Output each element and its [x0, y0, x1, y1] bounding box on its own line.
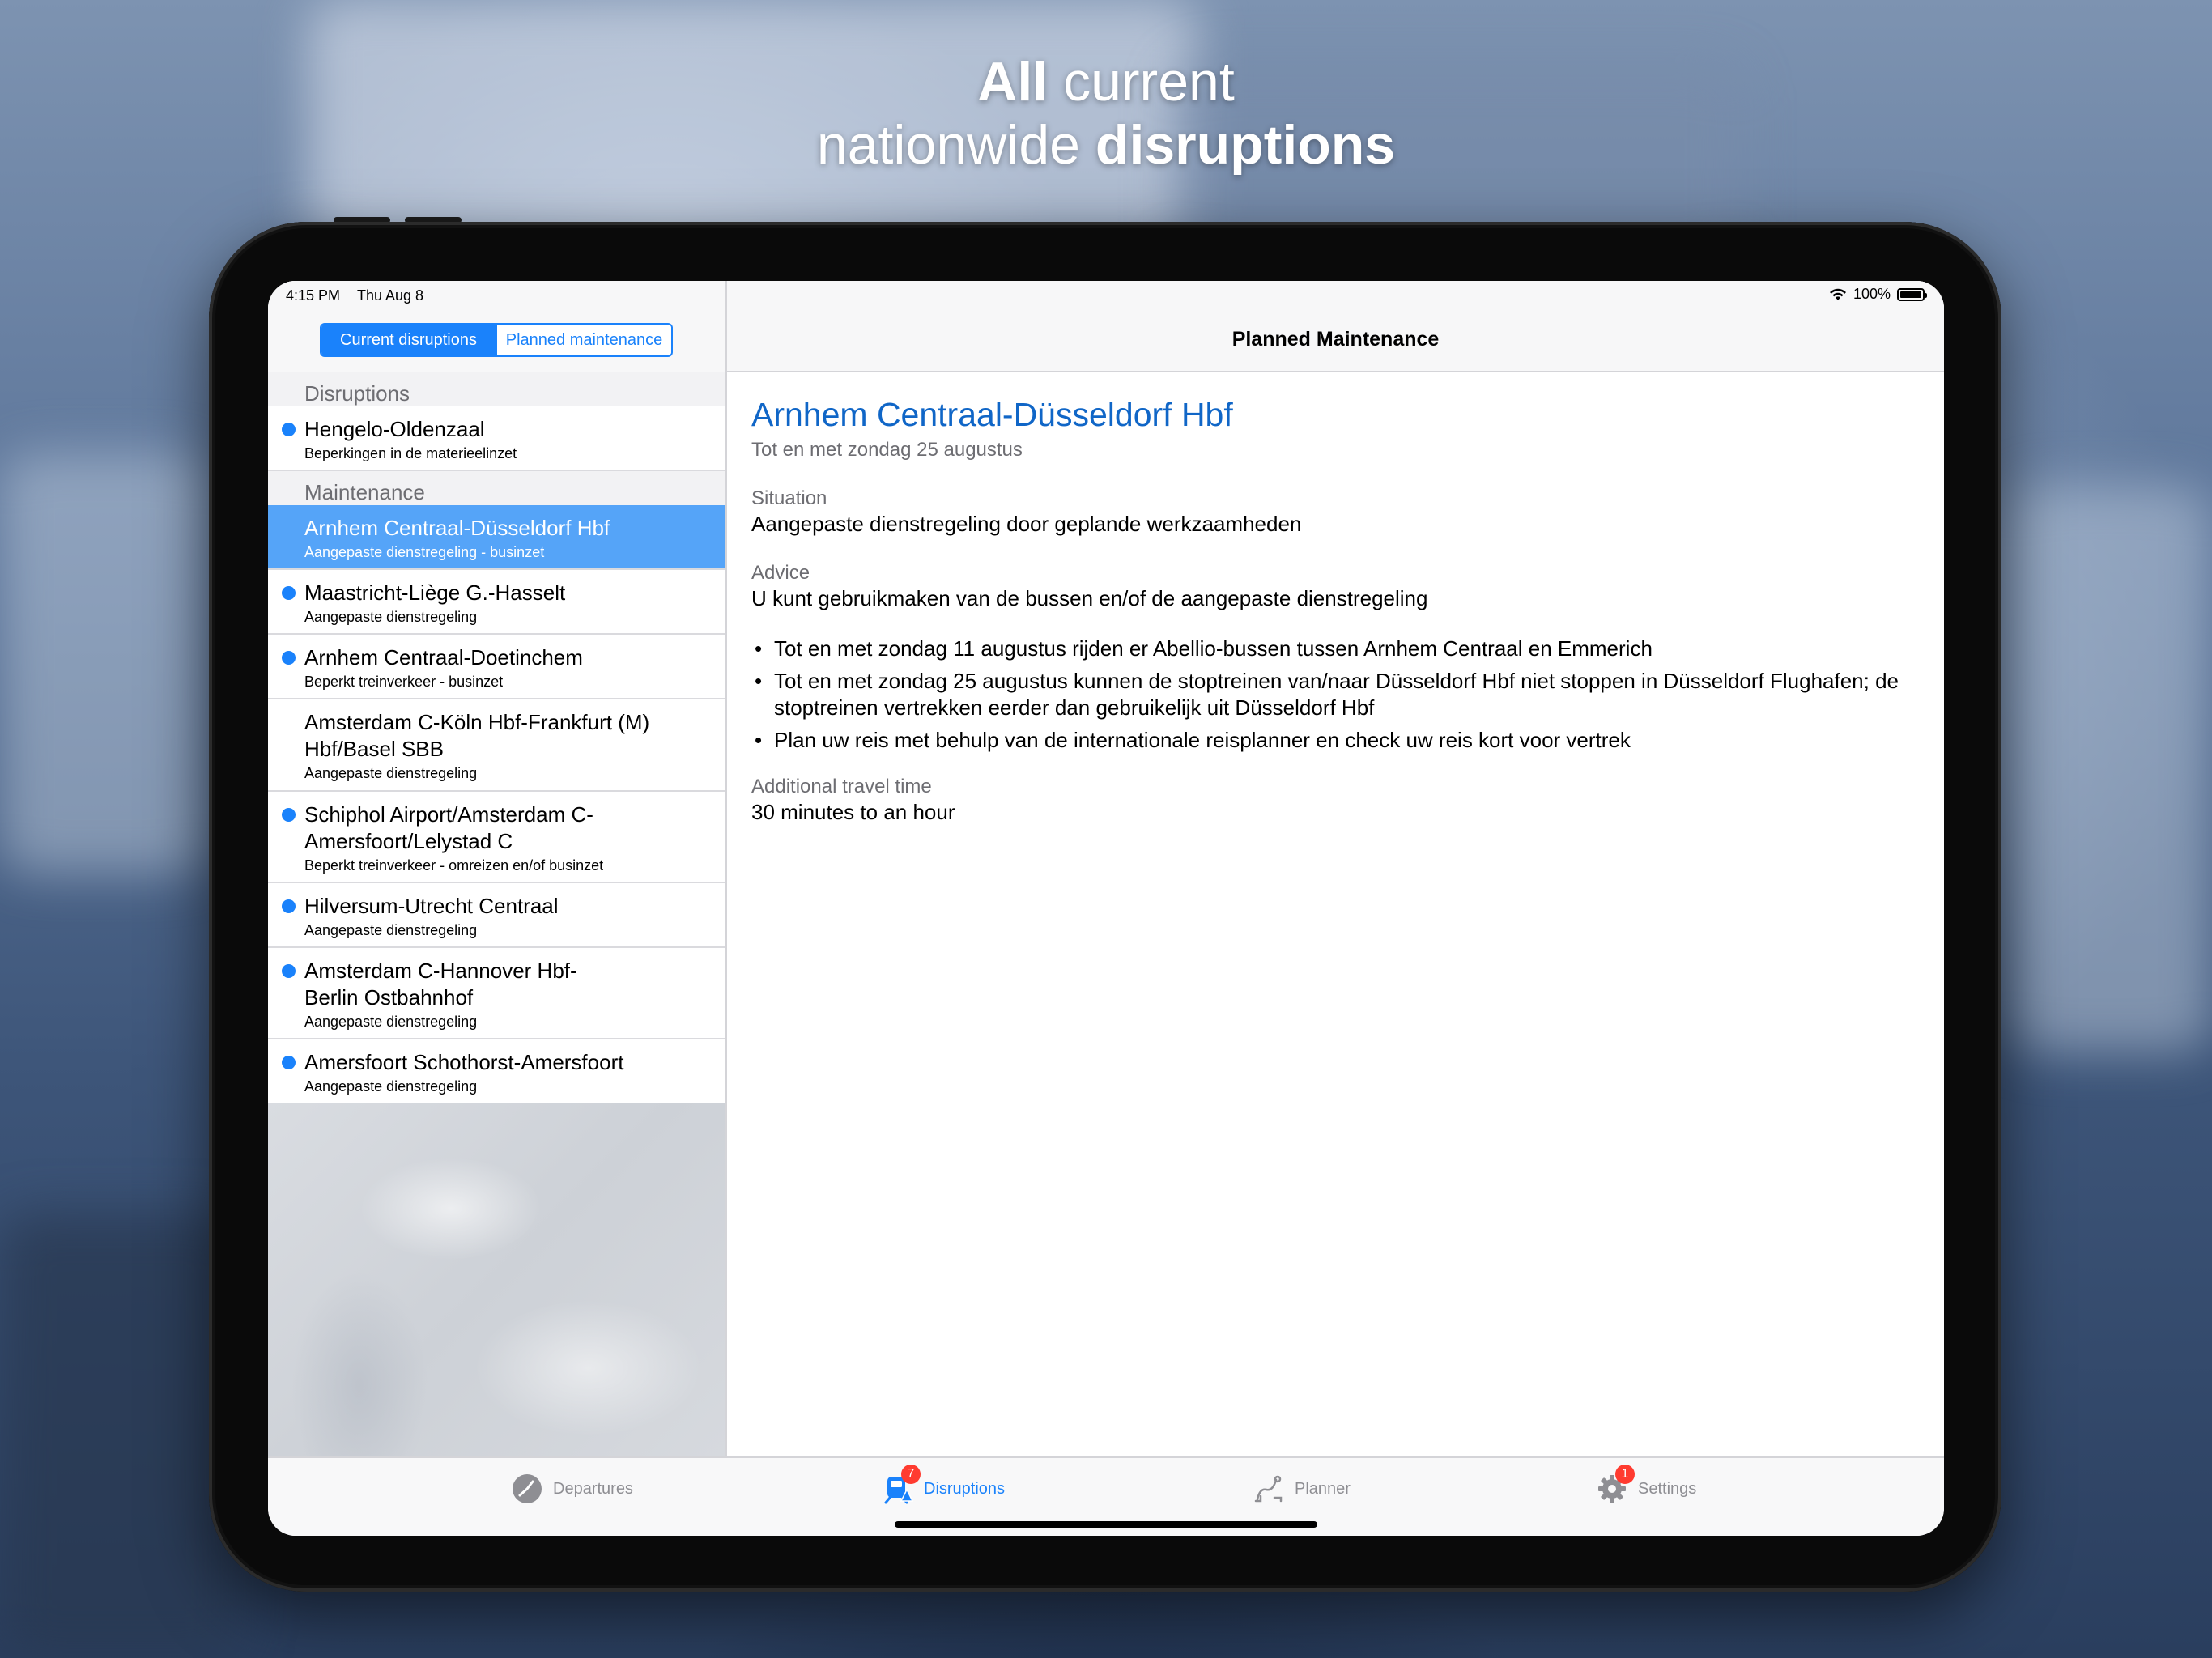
advice-bullet: Tot en met zondag 11 augustus rijden er …: [751, 636, 1917, 662]
situation-text: Aangepaste dienstregeling door geplande …: [751, 512, 1302, 536]
unread-dot-icon: [282, 423, 296, 436]
clock-icon: [511, 1473, 543, 1505]
battery-icon: [1897, 287, 1927, 301]
list-item-selected[interactable]: Arnhem Centraal-Düsseldorf Hbf Aangepast…: [268, 505, 725, 570]
disruption-type-segmented-control: Current disruptions Planned maintenance: [320, 323, 673, 357]
advice-label: Advice: [751, 562, 810, 584]
route-planner-icon: [1253, 1473, 1285, 1505]
segment-current-disruptions[interactable]: Current disruptions: [321, 325, 496, 355]
list-item-title: Maastricht-Liège G.-Hasselt: [304, 580, 566, 605]
list-item-subtitle: Aangepaste dienstregeling: [304, 1014, 478, 1030]
section-header-maintenance: Maintenance: [268, 471, 725, 505]
maintenance-title: Arnhem Centraal-Düsseldorf Hbf: [751, 396, 1233, 433]
tab-planner-label: Planner: [1295, 1479, 1351, 1498]
disruption-list: Disruptions Hengelo-Oldenzaal Beperkinge…: [268, 372, 725, 1104]
train-warning-icon: 7: [882, 1465, 921, 1505]
tab-disruptions-label: Disruptions: [924, 1479, 1006, 1498]
tab-settings-label: Settings: [1638, 1479, 1697, 1498]
list-item-subtitle: Aangepaste dienstregeling - businzet: [304, 544, 545, 560]
list-item[interactable]: Amsterdam C-Hannover Hbf-Berlin Ostbahnh…: [268, 948, 725, 1039]
unread-dot-icon: [282, 964, 296, 978]
unread-dot-icon: [282, 651, 296, 665]
unread-dot-icon: [282, 1056, 296, 1069]
advice-text: U kunt gebruikmaken van de bussen en/of …: [751, 586, 1428, 610]
nav-title: Planned Maintenance: [1231, 328, 1440, 351]
list-item-title: Hilversum-Utrecht Centraal: [304, 894, 559, 918]
gear-icon: 1: [1596, 1465, 1635, 1505]
list-item[interactable]: Amersfoort Schothorst-Amersfoort Aangepa…: [268, 1039, 725, 1104]
unread-dot-icon: [282, 586, 296, 600]
unread-dot-icon: [282, 899, 296, 913]
list-item-title: Amersfoort Schothorst-Amersfoort: [304, 1050, 624, 1074]
list-item-subtitle: Aangepaste dienstregeling: [304, 1078, 478, 1095]
list-item-title: Amsterdam C-Hannover Hbf-Berlin Ostbahnh…: [304, 959, 577, 1010]
headline-text-2: nationwide: [816, 114, 1095, 176]
battery-percent: 100%: [1853, 286, 1891, 302]
list-item-subtitle: Aangepaste dienstregeling: [304, 609, 478, 625]
settings-badge: 1: [1615, 1465, 1635, 1484]
additional-time-text: 30 minutes to an hour: [751, 800, 955, 824]
advice-bullet: Plan uw reis met behulp van de internati…: [751, 727, 1917, 754]
tab-disruptions[interactable]: 7 Disruptions: [882, 1465, 1006, 1505]
headline-text-1: current: [1048, 51, 1235, 113]
marketing-headline: All current nationwide disruptions: [0, 50, 2212, 176]
list-item-title: Arnhem Centraal-Düsseldorf Hbf: [304, 516, 610, 540]
tab-departures-label: Departures: [553, 1479, 633, 1498]
list-item-title: Amsterdam C-Köln Hbf-Frankfurt (M) Hbf/B…: [304, 710, 650, 761]
wifi-icon: [1829, 288, 1846, 300]
detail-pane: Planned Maintenance Arnhem Centraal-Düss…: [727, 281, 1944, 1456]
list-item-title: Arnhem Centraal-Doetinchem: [304, 645, 583, 670]
segment-planned-maintenance[interactable]: Planned maintenance: [496, 325, 671, 355]
section-header-disruptions: Disruptions: [268, 372, 725, 406]
additional-time-label: Additional travel time: [751, 776, 932, 797]
list-item[interactable]: Schiphol Airport/Amsterdam C-Amersfoort/…: [268, 792, 725, 883]
list-item[interactable]: Amsterdam C-Köln Hbf-Frankfurt (M) Hbf/B…: [268, 699, 725, 792]
map-background: [268, 1103, 725, 1456]
tab-bar: Departures 7 Disruptions Planner 1 Setti…: [268, 1456, 1944, 1536]
list-item-title: Schiphol Airport/Amsterdam C-Amersfoort/…: [304, 802, 593, 853]
list-item-subtitle: Aangepaste dienstregeling: [304, 765, 478, 781]
maintenance-period: Tot en met zondag 25 augustus: [751, 439, 1023, 461]
list-item-subtitle: Beperkingen in de materieelinzet: [304, 445, 517, 461]
list-item[interactable]: Arnhem Centraal-Doetinchem Beperkt trein…: [268, 635, 725, 699]
list-item-subtitle: Beperkt treinverkeer - businzet: [304, 674, 504, 690]
status-bar: 4:15 PM Thu Aug 8 100%: [268, 281, 1944, 310]
list-item[interactable]: Maastricht-Liège G.-Hasselt Aangepaste d…: [268, 570, 725, 635]
list-item-subtitle: Aangepaste dienstregeling: [304, 922, 478, 938]
unread-dot-icon: [282, 808, 296, 822]
tab-settings[interactable]: 1 Settings: [1596, 1465, 1697, 1505]
status-date: Thu Aug 8: [357, 287, 424, 304]
list-item-title: Hengelo-Oldenzaal: [304, 417, 485, 441]
advice-bullet: Tot en met zondag 25 augustus kunnen de …: [751, 668, 1917, 721]
headline-bold-1: All: [977, 51, 1049, 113]
situation-label: Situation: [751, 487, 827, 509]
status-time: 4:15 PM: [286, 287, 341, 304]
headline-bold-2: disruptions: [1095, 114, 1396, 176]
advice-bullet-list: Tot en met zondag 11 augustus rijden er …: [751, 636, 1917, 754]
list-item-subtitle: Beperkt treinverkeer - omreizen en/of bu…: [304, 857, 604, 874]
list-item[interactable]: Hengelo-Oldenzaal Beperkingen in de mate…: [268, 406, 725, 471]
detail-content: Arnhem Centraal-Düsseldorf Hbf Tot en me…: [751, 394, 1917, 825]
app-screen: 4:15 PM Thu Aug 8 100% Current disruptio…: [268, 281, 1944, 1536]
disruptions-badge: 7: [901, 1465, 921, 1484]
list-item[interactable]: Hilversum-Utrecht Centraal Aangepaste di…: [268, 883, 725, 948]
tab-planner[interactable]: Planner: [1253, 1473, 1351, 1505]
tab-departures[interactable]: Departures: [511, 1473, 633, 1505]
sidebar: Current disruptions Planned maintenance …: [268, 281, 727, 1456]
home-indicator: [895, 1521, 1317, 1528]
